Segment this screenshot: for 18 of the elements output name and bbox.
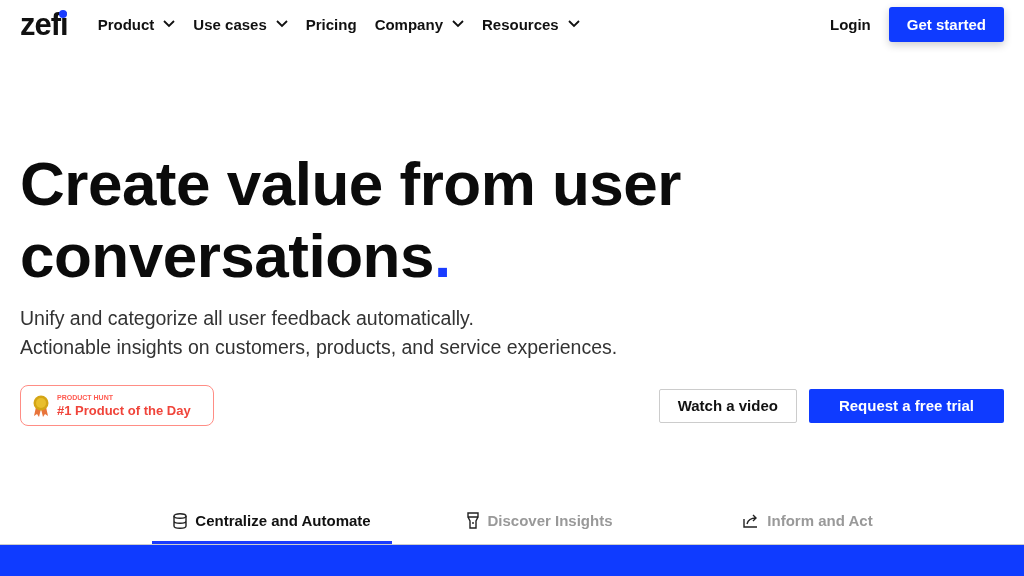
nav-item[interactable]: Company: [374, 15, 464, 33]
get-started-button[interactable]: Get started: [888, 6, 1004, 42]
subtitle-line: Unify and categorize all user feedback automatically.: [20, 306, 475, 331]
subtitle-line: Actionable insights on customers, products, and service experiences.: [20, 335, 619, 360]
headline: Create value from user conversations.: [20, 148, 682, 292]
flashlight-icon: [467, 512, 480, 529]
badge-title: #1 Product of the Day: [57, 402, 191, 418]
database-icon: [173, 512, 188, 529]
login-link[interactable]: Login: [829, 15, 871, 33]
nav-item[interactable]: Resources: [481, 15, 580, 33]
logo[interactable]: zefi: [20, 8, 68, 40]
watch-video-button[interactable]: Watch a video: [658, 388, 797, 423]
free-trial-button[interactable]: Request a free trial: [808, 388, 1004, 423]
share-icon: [743, 513, 760, 528]
nav-item[interactable]: Use cases: [193, 15, 288, 33]
nav-item[interactable]: Product: [97, 15, 176, 33]
nav-item[interactable]: Pricing: [305, 15, 357, 33]
medal-icon: [33, 394, 49, 417]
